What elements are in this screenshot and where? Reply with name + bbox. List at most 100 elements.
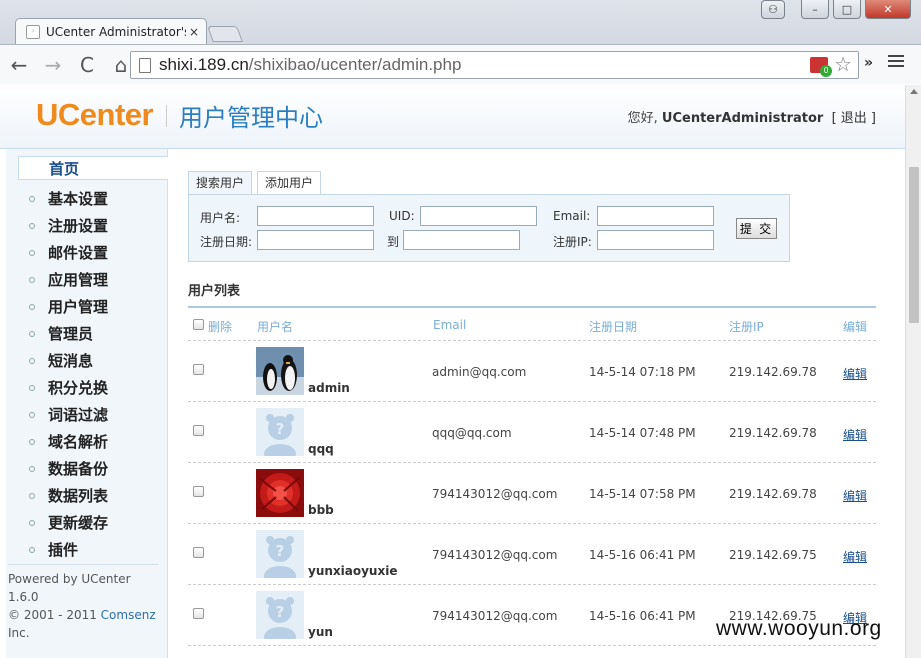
header-regdate: 注册日期 [589, 320, 638, 334]
extension-icon[interactable]: 0 [810, 57, 833, 77]
sidebar-item-home[interactable]: 首页 [18, 156, 168, 180]
edit-link[interactable]: 编辑 [843, 548, 867, 565]
sidebar-item-domain-resolve[interactable]: 域名解析 [6, 428, 167, 455]
sidebar-item-word-filter[interactable]: 词语过滤 [6, 401, 167, 428]
regdate-from-input[interactable] [257, 230, 374, 250]
row-regdate: 14-5-14 07:48 PM [589, 426, 696, 440]
row-regip: 219.142.69.75 [729, 548, 817, 562]
sidebar-item-credit-exchange[interactable]: 积分兑换 [6, 374, 167, 401]
ucenter-logo[interactable]: UCenter [36, 97, 154, 133]
uid-input[interactable] [420, 206, 537, 226]
row-checkbox[interactable] [193, 486, 204, 500]
table-row: admin admin@qq.com 14-5-14 07:18 PM 219.… [188, 341, 876, 402]
user-table: 删除 用户名 Email 注册日期 注册IP 编辑 admin admin@qq… [188, 306, 876, 646]
default-avatar-icon: ? [256, 591, 304, 639]
user-profile-icon[interactable]: ⚇ [761, 0, 785, 19]
bullet-icon [29, 411, 35, 418]
new-tab-button[interactable] [207, 26, 243, 42]
regip-input[interactable] [597, 230, 714, 250]
table-row: ? yunxiaoyuxie 794143012@qq.com 14-5-16 … [188, 524, 876, 585]
menu-hamburger-icon[interactable] [888, 53, 904, 69]
sidebar-item-register-settings[interactable]: 注册设置 [6, 212, 167, 239]
window-close-button[interactable]: ✕ [865, 0, 911, 19]
row-regdate: 14-5-16 06:41 PM [589, 609, 696, 623]
row-checkbox[interactable] [193, 608, 204, 622]
red-flower-avatar-icon [256, 469, 304, 517]
browser-tab[interactable]: ◦ UCenter Administrator's × [15, 18, 207, 44]
header-email: Email [433, 318, 467, 332]
omnibox-icons: 0 ☆ [810, 55, 852, 77]
header-divider [166, 105, 167, 127]
row-username: yun [308, 625, 333, 639]
svg-text:?: ? [276, 420, 285, 438]
row-checkbox[interactable] [193, 425, 204, 439]
penguin-avatar-icon [256, 347, 304, 395]
more-extensions-icon[interactable]: » [864, 55, 873, 71]
sidebar-item-data-list[interactable]: 数据列表 [6, 482, 167, 509]
logout-link[interactable]: [ 退出 ] [832, 111, 876, 126]
sidebar-item-basic-settings[interactable]: 基本设置 [6, 185, 167, 212]
bookmark-star-icon[interactable]: ☆ [834, 55, 852, 75]
sidebar-item-admins[interactable]: 管理员 [6, 320, 167, 347]
bullet-icon [29, 492, 35, 499]
row-regdate: 14-5-14 07:18 PM [589, 365, 696, 379]
table-row: ? qqq qqq@qq.com 14-5-14 07:48 PM 219.14… [188, 402, 876, 463]
bullet-icon [29, 384, 35, 391]
row-checkbox[interactable] [193, 547, 204, 561]
header-edit: 编辑 [843, 320, 868, 334]
reload-icon[interactable]: C [72, 50, 102, 80]
minimize-button[interactable]: – [801, 0, 829, 19]
row-username: admin [308, 381, 350, 395]
email-input[interactable] [597, 206, 714, 226]
search-form: 用户名: UID: Email: 注册日期: 到 注册IP: 提 交 [188, 194, 790, 262]
edit-link[interactable]: 编辑 [843, 426, 867, 443]
row-email: 794143012@qq.com [432, 487, 558, 501]
sidebar-item-app-management[interactable]: 应用管理 [6, 266, 167, 293]
back-arrow-icon[interactable]: ← [4, 50, 34, 80]
comsenz-link[interactable]: Comsenz [101, 608, 156, 622]
email-label: Email: [553, 209, 591, 223]
tab-add-user[interactable]: 添加用户 [257, 171, 322, 194]
sidebar-item-update-cache[interactable]: 更新缓存 [6, 509, 167, 536]
row-email: 794143012@qq.com [432, 609, 558, 623]
row-username: bbb [308, 503, 334, 517]
svg-text:?: ? [276, 603, 285, 621]
default-avatar-icon: ? [256, 408, 304, 456]
select-all-checkbox[interactable] [193, 319, 204, 333]
edit-link[interactable]: 编辑 [843, 365, 867, 382]
forward-arrow-icon[interactable]: → [38, 50, 68, 80]
row-checkbox[interactable] [193, 364, 204, 378]
copyright-inc: Inc. [8, 626, 30, 640]
tab-search-users[interactable]: 搜索用户 [188, 171, 253, 194]
tab-close-icon[interactable]: × [186, 25, 202, 39]
row-regip: 219.142.69.78 [729, 426, 817, 440]
sidebar-item-mail-settings[interactable]: 邮件设置 [6, 239, 167, 266]
powered-by-footer: Powered by UCenter 1.6.0 © 2001 - 2011 C… [8, 564, 158, 642]
username-label: 用户名: [200, 211, 241, 225]
maximize-button[interactable]: □ [833, 0, 861, 19]
sidebar-menu: 首页 基本设置 注册设置 邮件设置 应用管理 用户管理 管理员 短消息 积分兑换… [6, 156, 168, 563]
row-email: qqq@qq.com [432, 426, 512, 440]
submit-button[interactable]: 提 交 [736, 218, 777, 239]
bullet-icon [29, 222, 35, 229]
sidebar-item-messages[interactable]: 短消息 [6, 347, 167, 374]
browser-toolbar: ← → C ⌂ shixi.189.cn/shixibao/ucenter/ad… [0, 44, 921, 84]
scroll-up-arrow-icon[interactable] [910, 89, 918, 94]
sidebar-item-data-backup[interactable]: 数据备份 [6, 455, 167, 482]
sidebar-item-plugins[interactable]: 插件 [6, 536, 167, 563]
row-email: admin@qq.com [432, 365, 527, 379]
regdate-to-input[interactable] [403, 230, 520, 250]
vertical-scrollbar[interactable] [905, 85, 921, 658]
row-username: yunxiaoyuxie [308, 564, 398, 578]
sidebar-item-user-management[interactable]: 用户管理 [6, 293, 167, 320]
address-bar[interactable]: shixi.189.cn/shixibao/ucenter/admin.php … [130, 51, 859, 79]
window-controls: ⚇ – □ ✕ [761, 0, 911, 19]
username-input[interactable] [257, 206, 374, 226]
sidebar: 首页 基本设置 注册设置 邮件设置 应用管理 用户管理 管理员 短消息 积分兑换… [6, 149, 168, 658]
user-greeting: 您好, UCenterAdministrator [ 退出 ] [628, 107, 876, 126]
watermark-text: www.wooyun.org [716, 617, 882, 640]
browser-titlebar: ◦ UCenter Administrator's × ⚇ – □ ✕ [0, 0, 921, 44]
edit-link[interactable]: 编辑 [843, 487, 867, 504]
scroll-thumb[interactable] [909, 167, 919, 323]
bullet-icon [29, 546, 35, 553]
